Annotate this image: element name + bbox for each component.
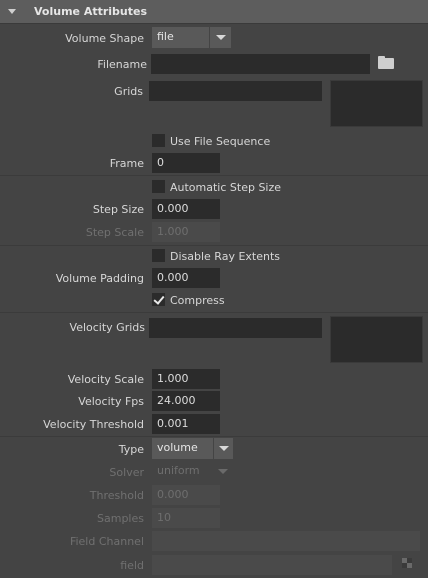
samples-label: Samples bbox=[97, 512, 144, 525]
frame-label: Frame bbox=[109, 157, 144, 170]
threshold-field: 0.000 bbox=[152, 485, 220, 505]
type-dropdown-button[interactable] bbox=[213, 438, 233, 459]
step-scale-label: Step Scale bbox=[85, 226, 144, 239]
step-size-label: Step Size bbox=[92, 203, 144, 216]
disable-ray-extents-label: Disable Ray Extents bbox=[170, 250, 281, 263]
threshold-label: Threshold bbox=[89, 489, 144, 502]
volume-shape-dropdown-button[interactable] bbox=[209, 27, 231, 48]
checkmark-icon bbox=[153, 293, 165, 305]
field-field bbox=[152, 555, 392, 575]
velocity-fps-field[interactable]: 24.000 bbox=[152, 391, 220, 411]
velocity-scale-field[interactable]: 1.000 bbox=[152, 369, 220, 389]
compress-checkbox[interactable] bbox=[152, 293, 165, 306]
volume-shape-label: Volume Shape bbox=[65, 32, 144, 45]
filename-label: Filename bbox=[97, 58, 147, 71]
frame-field[interactable]: 0 bbox=[152, 153, 220, 173]
velocity-scale-label: Velocity Scale bbox=[67, 373, 144, 386]
step-scale-field: 1.000 bbox=[152, 222, 220, 242]
divider bbox=[0, 436, 428, 437]
samples-field: 10 bbox=[152, 508, 220, 528]
folder-icon[interactable] bbox=[378, 56, 396, 70]
automatic-step-size-label: Automatic Step Size bbox=[170, 181, 282, 194]
chevron-down-icon bbox=[219, 446, 229, 451]
grids-label: Grids bbox=[114, 85, 143, 98]
volume-shape-dropdown[interactable]: file bbox=[152, 27, 209, 48]
solver-label: Solver bbox=[109, 466, 144, 479]
volume-padding-field[interactable]: 0.000 bbox=[152, 268, 220, 288]
compress-label: Compress bbox=[170, 294, 225, 307]
field-label: field bbox=[120, 559, 144, 572]
map-button-icon bbox=[402, 558, 412, 568]
grids-field[interactable] bbox=[149, 81, 322, 101]
chevron-down-icon bbox=[218, 469, 228, 474]
velocity-threshold-field[interactable]: 0.001 bbox=[152, 414, 220, 434]
solver-dropdown: uniform bbox=[157, 464, 200, 477]
velocity-grids-list[interactable] bbox=[330, 316, 423, 363]
grids-list[interactable] bbox=[330, 80, 423, 127]
velocity-grids-label: Velocity Grids bbox=[69, 321, 145, 334]
section-title: Volume Attributes bbox=[34, 5, 148, 18]
divider bbox=[0, 245, 428, 246]
type-label: Type bbox=[118, 443, 144, 456]
velocity-threshold-label: Velocity Threshold bbox=[43, 418, 144, 431]
divider bbox=[0, 175, 428, 176]
collapse-triangle-icon[interactable] bbox=[8, 9, 16, 14]
use-file-sequence-checkbox[interactable] bbox=[152, 134, 165, 147]
use-file-sequence-label: Use File Sequence bbox=[170, 135, 271, 148]
field-channel-label: Field Channel bbox=[69, 535, 144, 548]
velocity-fps-label: Velocity Fps bbox=[78, 395, 144, 408]
volume-padding-label: Volume Padding bbox=[55, 272, 144, 285]
chevron-down-icon bbox=[216, 35, 226, 40]
disable-ray-extents-checkbox[interactable] bbox=[152, 249, 165, 262]
solver-dropdown-button bbox=[213, 461, 233, 482]
section-header-volume-attributes[interactable]: Volume Attributes bbox=[0, 0, 428, 24]
velocity-grids-field[interactable] bbox=[149, 318, 322, 338]
automatic-step-size-checkbox[interactable] bbox=[152, 180, 165, 193]
divider bbox=[0, 312, 428, 313]
step-size-field[interactable]: 0.000 bbox=[152, 199, 220, 219]
filename-field[interactable] bbox=[151, 54, 370, 74]
type-dropdown[interactable]: volume bbox=[152, 438, 213, 459]
field-channel-field bbox=[152, 531, 420, 551]
